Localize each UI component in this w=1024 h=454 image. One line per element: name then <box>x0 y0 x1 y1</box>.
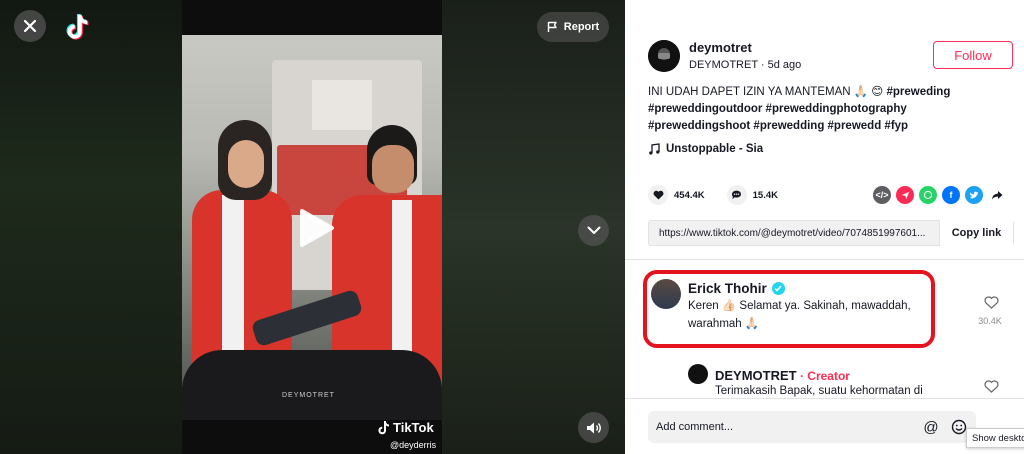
comment-input[interactable]: Add comment... @ <box>648 411 976 443</box>
motorcycle <box>182 350 442 420</box>
facebook-icon[interactable]: f <box>942 186 960 204</box>
share-url[interactable]: https://www.tiktok.com/@deymotret/video/… <box>649 228 939 239</box>
chevron-down-icon <box>587 226 600 234</box>
comment-button[interactable] <box>726 185 747 205</box>
comment-count: 15.4K <box>752 189 778 201</box>
comment-like-count: 30.4K <box>978 316 1002 326</box>
copy-link-button[interactable]: Copy link <box>939 220 1013 246</box>
hashtag-line[interactable]: #preweddingoutdoor #preweddingphotograph… <box>648 103 907 115</box>
photographer-watermark: DEYMOTRET <box>282 392 335 399</box>
share-url-box: https://www.tiktok.com/@deymotret/video/… <box>648 220 1014 246</box>
follow-button[interactable]: Follow <box>933 41 1013 69</box>
video-pane: DEYMOTRET TikTok @deyderris Report <box>0 0 625 454</box>
share-icons: </> f <box>873 186 1006 204</box>
tiktok-watermark-username: @deyderris <box>390 440 437 450</box>
like-button[interactable] <box>648 185 668 205</box>
report-button[interactable]: Report <box>537 12 609 42</box>
tiktok-video-page: DEYMOTRET TikTok @deyderris Report deymo… <box>0 0 1024 454</box>
mention-icon[interactable]: @ <box>920 416 942 438</box>
post-time: 5d ago <box>767 59 802 71</box>
engagement-stats: 454.4K 15.4K <box>648 185 778 205</box>
tiktok-logo-icon[interactable] <box>66 14 92 40</box>
author-subline: DEYMOTRET · 5d ago <box>689 59 802 71</box>
twitter-icon[interactable] <box>965 186 983 204</box>
volume-icon <box>586 422 601 433</box>
flag-icon <box>547 21 557 32</box>
show-desktop-tooltip: Show desktop <box>966 428 1024 448</box>
creator-avatar[interactable] <box>688 364 708 384</box>
heart-outline-icon <box>983 380 999 393</box>
send-icon[interactable] <box>896 186 914 204</box>
video-caption: INI UDAH DAPET IZIN YA MANTEMAN 🙏🏻 😊 #pr… <box>648 86 951 132</box>
blurred-background-left <box>0 0 182 454</box>
share-arrow-icon[interactable] <box>988 186 1006 204</box>
heart-icon <box>653 190 663 200</box>
close-icon <box>23 19 37 33</box>
divider <box>625 259 1024 260</box>
music-note-icon <box>649 143 660 155</box>
creator-badge: · Creator <box>796 369 850 383</box>
volume-button[interactable] <box>578 412 609 443</box>
comment-text: Terimakasih Bapak, suatu kehormatan di <box>715 385 923 397</box>
comment-like-button[interactable] <box>979 296 1003 314</box>
hashtag-line[interactable]: #preweddingshoot #prewedding #prewedd #f… <box>648 120 908 132</box>
play-icon[interactable] <box>298 207 336 249</box>
comment-icon <box>732 190 742 200</box>
comment-like-button[interactable] <box>979 380 1003 398</box>
tiktok-watermark: TikTok <box>378 420 434 435</box>
whatsapp-icon[interactable] <box>919 186 937 204</box>
comment-placeholder[interactable]: Add comment... <box>648 421 920 433</box>
like-count: 454.4K <box>674 189 705 201</box>
embed-icon[interactable]: </> <box>873 186 891 204</box>
music-link[interactable]: Unstoppable - Sia <box>648 143 763 155</box>
hashtag[interactable]: #preweding <box>886 86 950 98</box>
next-video-button[interactable] <box>578 215 609 246</box>
author-display-name: DEYMOTRET <box>689 59 758 71</box>
close-button[interactable] <box>14 10 46 42</box>
highlight-annotation <box>643 270 935 348</box>
author-avatar[interactable] <box>648 40 680 72</box>
comment-author[interactable]: DEYMOTRET · Creator <box>715 368 850 383</box>
heart-outline-icon <box>983 296 999 309</box>
author-username[interactable]: deymotret <box>689 40 752 55</box>
tiktok-icon <box>378 420 389 434</box>
